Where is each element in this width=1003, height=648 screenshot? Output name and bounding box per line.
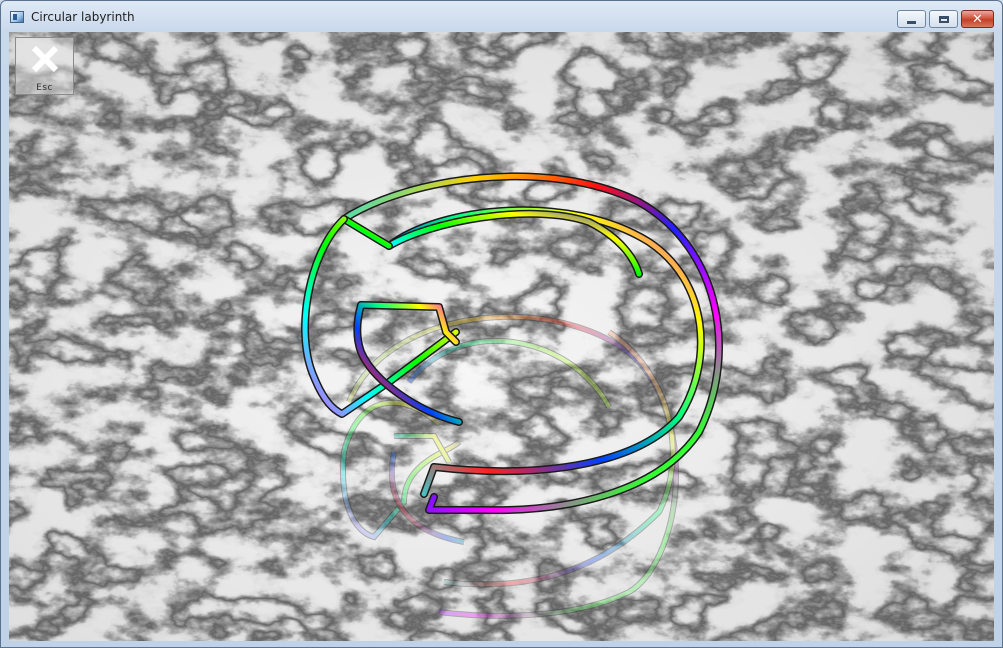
marble-veins	[9, 32, 994, 641]
close-button[interactable]: ✕	[961, 10, 994, 28]
maximize-button[interactable]	[929, 10, 958, 28]
window-title: Circular labyrinth	[31, 10, 135, 24]
close-x-icon	[31, 45, 59, 73]
minimize-icon	[907, 20, 916, 24]
close-icon: ✕	[972, 11, 983, 27]
esc-label: Esc	[36, 83, 53, 93]
esc-button[interactable]: Esc	[15, 37, 74, 95]
app-window: Circular labyrinth ✕ Esc	[0, 0, 1003, 648]
minimize-button[interactable]	[897, 10, 926, 28]
title-bar[interactable]: Circular labyrinth ✕	[1, 1, 1002, 33]
app-icon	[10, 11, 24, 23]
render-viewport[interactable]: Esc	[9, 32, 994, 641]
scene-canvas	[9, 32, 994, 641]
maximize-icon	[938, 15, 949, 23]
